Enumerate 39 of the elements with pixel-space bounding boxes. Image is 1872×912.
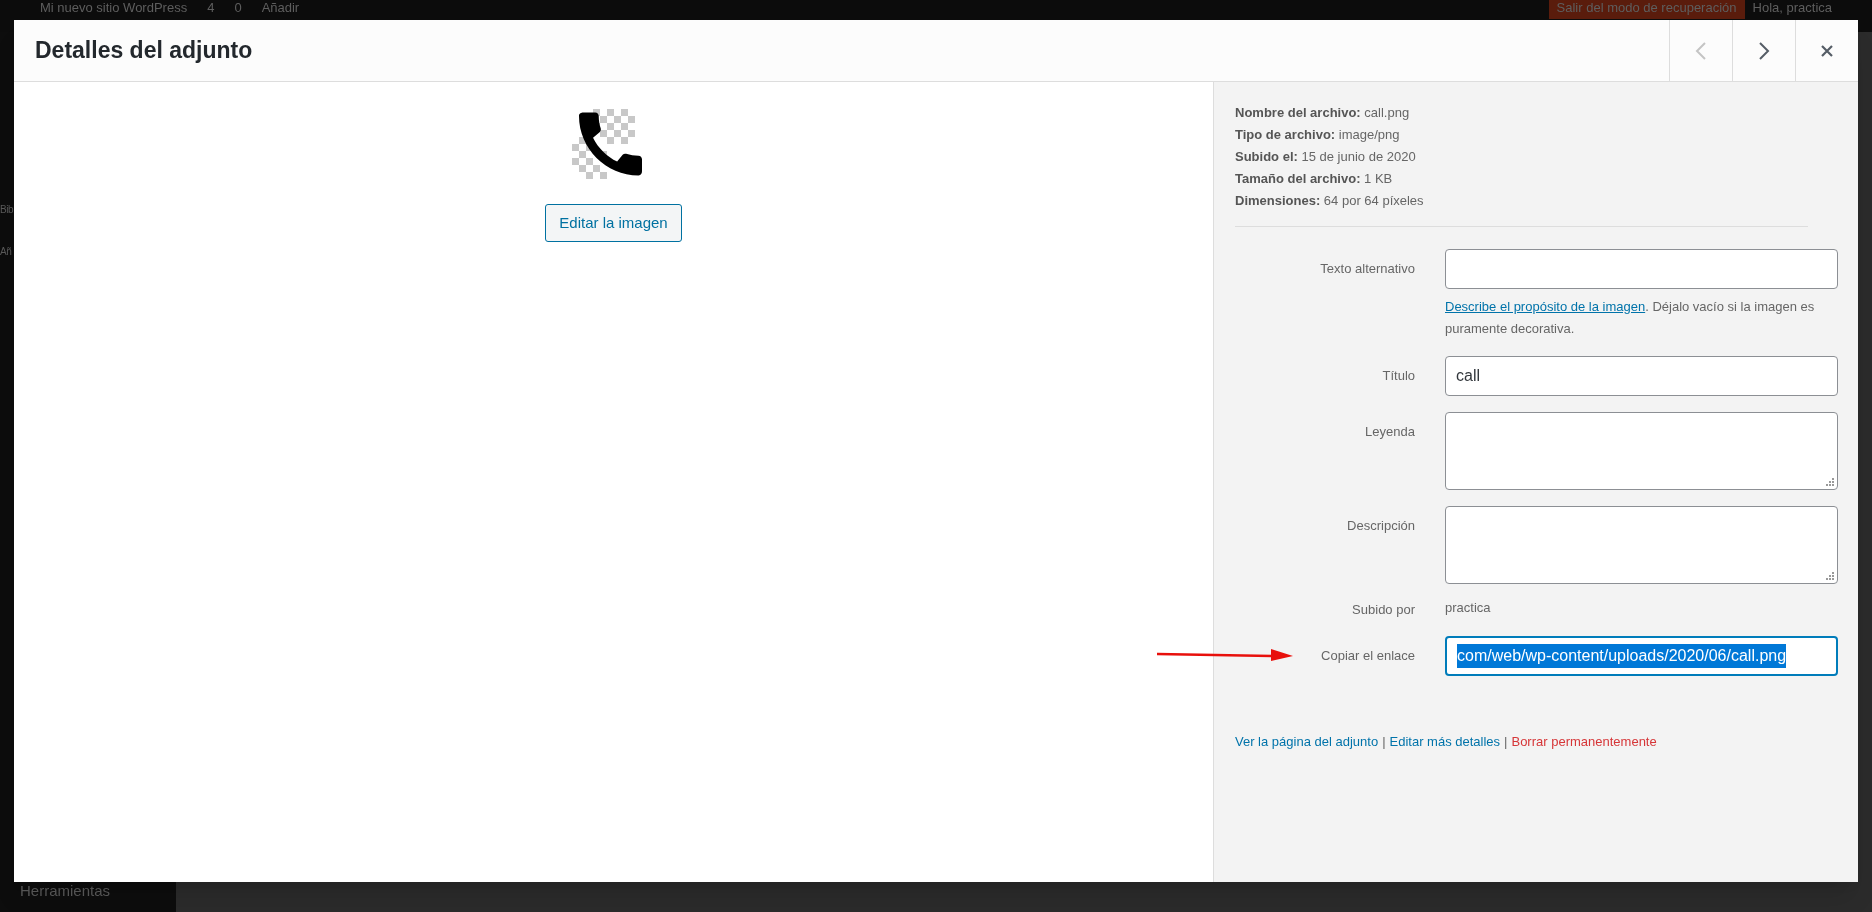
close-icon	[1820, 43, 1834, 58]
chevron-right-icon	[1758, 41, 1770, 60]
admin-menu-item[interactable]: Añ	[0, 244, 12, 259]
text-input-field[interactable]: com/web/wp-content/uploads/2020/06/call.png	[1445, 635, 1838, 676]
file-detail-text: Tipo de archivo: image/png	[1235, 126, 1401, 144]
textarea-field[interactable]	[1445, 506, 1838, 584]
textarea-field[interactable]	[1445, 412, 1838, 490]
site-name-link[interactable]: Mi nuevo sitio WordPress	[40, 1, 188, 15]
field-label: Subido por	[1352, 602, 1415, 617]
field-label: Copiar el enlace	[1321, 647, 1415, 663]
delete-link[interactable]: Borrar permanentemente	[1511, 731, 1657, 751]
updates-count[interactable]: 4	[207, 1, 215, 15]
file-detail-text: Nombre del archivo: call.png	[1235, 104, 1411, 122]
resize-handle-icon[interactable]	[1826, 478, 1834, 486]
file-detail-text: Dimensiones: 64 por 64 píxeles	[1235, 192, 1425, 210]
text-input-field[interactable]: call	[1445, 356, 1838, 396]
action-link[interactable]: Ver la página del adjunto	[1235, 731, 1379, 751]
recovery-mode-button[interactable]: Salir del modo de recuperación	[1548, 0, 1745, 19]
field-label: Texto alternativo	[1320, 261, 1415, 276]
admin-menu-item[interactable]: Herramientas	[20, 880, 111, 903]
new-content-link[interactable]: Añadir	[261, 1, 300, 15]
dialog-title: Detalles del adjunto	[34, 36, 254, 66]
edit-image-button[interactable]: Editar la imagen	[545, 204, 682, 242]
text-input-field[interactable]	[1445, 249, 1838, 289]
file-detail-text: Tamaño del archivo: 1 KB	[1235, 170, 1394, 188]
link-separator: |	[1504, 732, 1508, 751]
greeting-text[interactable]: Hola, practica	[1744, 1, 1832, 15]
field-help-text: Describe el propósito de la imagen. Déjalo vacío si la imagen es puramente decorativa.	[1445, 298, 1816, 338]
link-separator: |	[1382, 732, 1386, 751]
comments-count[interactable]: 0	[234, 1, 242, 15]
uploader-name: practica	[1445, 600, 1492, 616]
resize-handle-icon[interactable]	[1826, 572, 1834, 580]
chevron-left-icon	[1695, 41, 1707, 60]
field-label: Descripción	[1347, 518, 1415, 533]
action-link[interactable]: Editar más detalles	[1389, 731, 1501, 751]
file-detail-text: Subido el: 15 de junio de 2020	[1235, 148, 1417, 166]
field-label: Leyenda	[1365, 424, 1415, 439]
admin-menu-item[interactable]: Bib	[0, 202, 13, 217]
field-label: Título	[1382, 368, 1415, 383]
